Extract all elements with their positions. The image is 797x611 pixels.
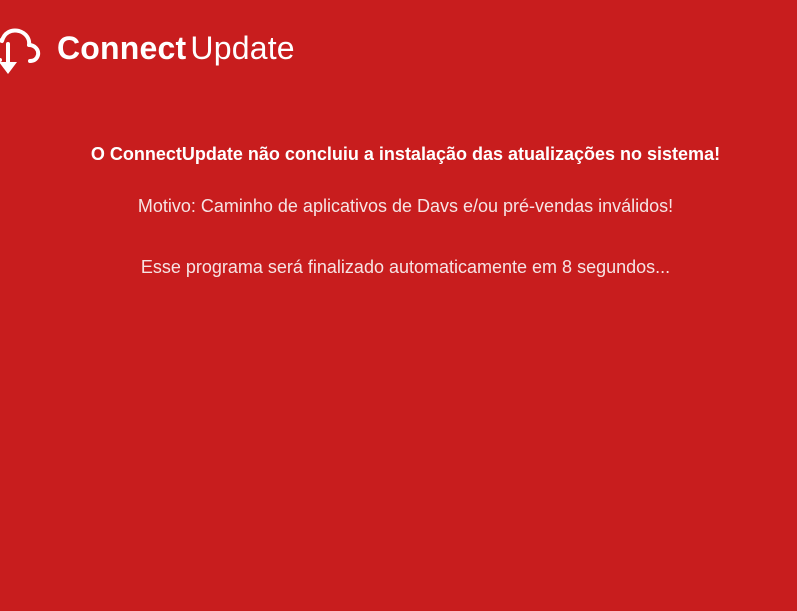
error-headline: O ConnectUpdate não concluiu a instalaçã… [90, 144, 721, 164]
app-title-light: Update [190, 30, 295, 66]
error-reason: Motivo: Caminho de aplicativos de Davs e… [137, 196, 674, 216]
app-title: Connect Update [57, 28, 295, 68]
app-title-bold: Connect [57, 30, 187, 66]
countdown-message: Esse programa será finalizado automatica… [140, 257, 671, 277]
cloud-download-icon [0, 22, 42, 78]
